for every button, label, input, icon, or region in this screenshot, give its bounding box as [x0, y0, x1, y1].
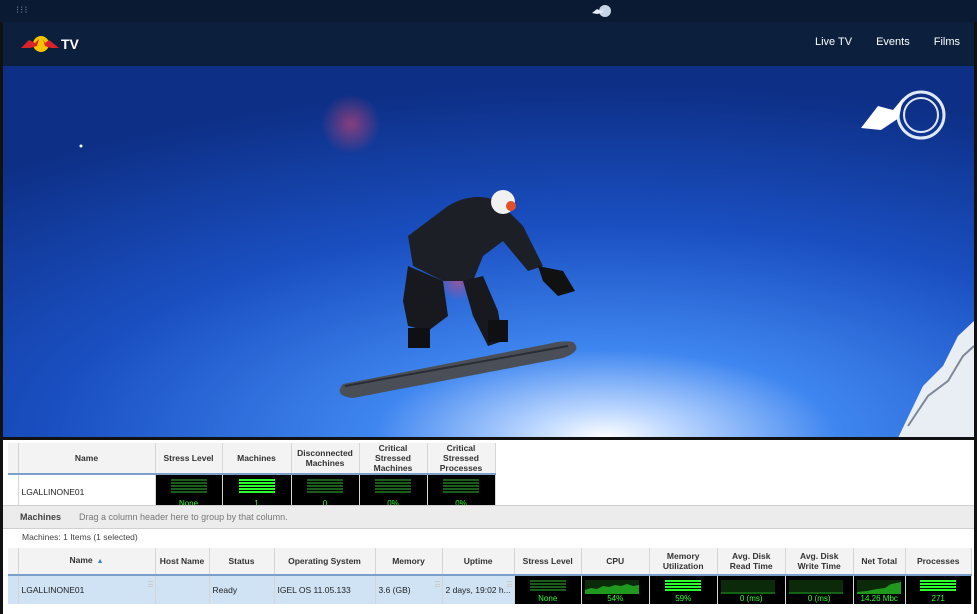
cpu-value: 54%	[607, 594, 624, 603]
page: ⁝⁝⁝ TV Live TV Events Films Name Stress …	[0, 0, 977, 614]
col-stress[interactable]: Stress Level	[514, 548, 582, 575]
cpu-sparkline	[584, 580, 639, 594]
summary-row[interactable]: LGALLINONE01 None 1 0 0% 0%	[8, 474, 496, 509]
summary-col-disconnected[interactable]: Disconnected Machines	[291, 443, 360, 474]
summary-machines-meter: 1	[222, 474, 292, 509]
row-indicator-header	[8, 443, 19, 474]
table-row[interactable]: LGALLINONE01 Ready IGEL OS 11.05.133 3.6…	[8, 575, 972, 604]
site-header: TV Live TV Events Films	[3, 22, 974, 66]
frame-divider	[0, 437, 977, 440]
app-grid-icon[interactable]: ⁝⁝⁝	[16, 5, 28, 17]
summary-table: Name Stress Level Machines Disconnected …	[8, 443, 496, 509]
window-top-strip: ⁝⁝⁝	[0, 0, 977, 22]
disk-write-value: 0 (ms)	[807, 594, 831, 603]
redbull-small-logo-icon	[592, 5, 611, 17]
disk-read-value: 0 (ms)	[739, 594, 763, 603]
cell-stress-meter: None	[514, 575, 582, 604]
stress-value: None	[538, 594, 558, 603]
col-disk-read[interactable]: Avg. Disk Read Time	[717, 548, 786, 575]
cell-status: Ready	[209, 575, 275, 604]
col-name-label: Name	[69, 555, 93, 565]
cell-os: IGEL OS 11.05.133	[274, 575, 376, 604]
cell-host-name	[155, 575, 210, 604]
row-indicator	[8, 474, 19, 509]
uptime-value: 2 days, 19:02 h...	[445, 585, 511, 595]
sort-asc-icon[interactable]: ▲	[97, 558, 104, 565]
disk-read-sparkline	[720, 580, 775, 594]
cell-memory-util-meter: 59%	[649, 575, 718, 604]
summary-critical-processes-meter: 0%	[427, 474, 496, 509]
group-by-bar[interactable]: Machines Drag a column header here to gr…	[3, 505, 974, 529]
net-total-value: 14.26 Mbc	[860, 594, 898, 603]
brand-tv-text: TV	[61, 36, 79, 52]
machines-table: Name ▲ Host Name Status Operating System …	[8, 548, 972, 604]
summary-col-machines[interactable]: Machines	[222, 443, 292, 474]
video-player[interactable]	[3, 66, 974, 438]
processes-value: 271	[931, 594, 945, 603]
col-memory[interactable]: Memory	[375, 548, 443, 575]
row-indicator-header	[8, 548, 19, 575]
col-cpu[interactable]: CPU	[581, 548, 650, 575]
summary-stress-meter: None	[155, 474, 223, 509]
cell-menu-icon[interactable]	[147, 581, 153, 587]
summary-name: LGALLINONE01	[18, 474, 156, 509]
items-count: Machines: 1 Items (1 selected)	[22, 532, 138, 542]
summary-critical-machines-meter: 0%	[359, 474, 428, 509]
redbull-logo-icon	[21, 36, 59, 52]
cell-menu-icon[interactable]	[434, 581, 440, 587]
col-processes[interactable]: Processes	[905, 548, 972, 575]
nav-events[interactable]: Events	[876, 36, 910, 48]
summary-panel: Name Stress Level Machines Disconnected …	[8, 443, 496, 509]
summary-disconnected-meter: 0	[291, 474, 360, 509]
cell-disk-write-meter: 0 (ms)	[785, 575, 854, 604]
col-os[interactable]: Operating System	[274, 548, 376, 575]
cell-cpu-meter: 54%	[581, 575, 650, 604]
col-uptime[interactable]: Uptime	[442, 548, 515, 575]
col-disk-write[interactable]: Avg. Disk Write Time	[785, 548, 854, 575]
memory-util-value: 59%	[675, 594, 692, 603]
cell-net-total-meter: 14.26 Mbc	[853, 575, 906, 604]
summary-col-name[interactable]: Name	[18, 443, 156, 474]
col-status[interactable]: Status	[209, 548, 275, 575]
snowboarder-video-frame	[3, 66, 974, 438]
cell-name: LGALLINONE01	[18, 575, 156, 604]
cell-processes-meter: 271	[905, 575, 972, 604]
machines-header-row: Name ▲ Host Name Status Operating System …	[8, 548, 972, 575]
row-indicator	[8, 575, 19, 604]
col-memory-util[interactable]: Memory Utilization	[649, 548, 718, 575]
disk-write-sparkline	[788, 580, 843, 594]
machines-section-label: Machines	[20, 512, 62, 522]
cell-memory: 3.6 (GB)	[375, 575, 443, 604]
cell-menu-icon[interactable]	[506, 581, 512, 587]
col-net-total[interactable]: Net Total	[853, 548, 906, 575]
summary-header-row: Name Stress Level Machines Disconnected …	[8, 443, 496, 474]
summary-col-critical-machines[interactable]: Critical Stressed Machines	[359, 443, 428, 474]
memory-value: 3.6 (GB)	[378, 585, 411, 595]
summary-col-critical-processes[interactable]: Critical Stressed Processes	[427, 443, 496, 474]
redbull-tv-logo[interactable]: TV	[19, 32, 83, 56]
col-host-name[interactable]: Host Name	[155, 548, 210, 575]
cell-disk-read-meter: 0 (ms)	[717, 575, 786, 604]
summary-col-stress[interactable]: Stress Level	[155, 443, 223, 474]
col-name[interactable]: Name ▲	[18, 548, 156, 575]
group-by-hint: Drag a column header here to group by th…	[79, 512, 288, 522]
nav-live-tv[interactable]: Live TV	[815, 36, 852, 48]
main-nav: Live TV Events Films	[815, 36, 960, 48]
machine-name: LGALLINONE01	[21, 585, 85, 595]
machines-panel: Name ▲ Host Name Status Operating System …	[8, 548, 972, 604]
nav-films[interactable]: Films	[934, 36, 960, 48]
cell-uptime: 2 days, 19:02 h...	[442, 575, 515, 604]
net-total-sparkline	[856, 580, 901, 594]
